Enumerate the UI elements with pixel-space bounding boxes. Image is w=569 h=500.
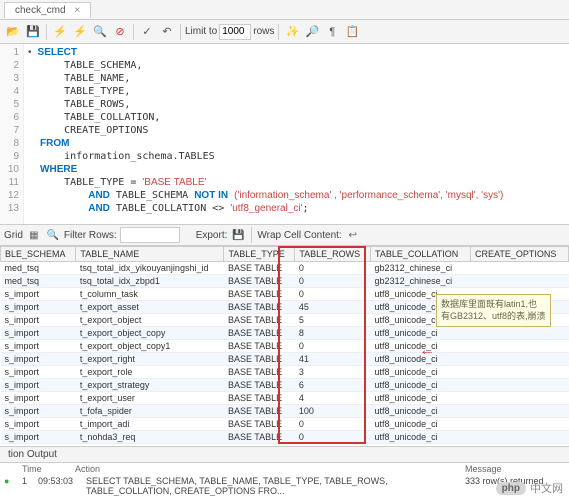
sql-toolbar: 📂 💾 ⚡ ⚡ 🔍 ⊘ ✓ ↶ Limit to rows ✨ 🔎 ¶ 📋 [0,20,569,44]
column-header[interactable]: BLE_SCHEMA [1,247,76,262]
tab-title: check_cmd [15,5,66,16]
save-icon[interactable]: 💾 [24,23,42,41]
open-icon[interactable]: 📂 [4,23,22,41]
table-row[interactable]: med_tsqtsq_total_idx_zbpd1BASE TABLE0gb2… [1,275,569,288]
column-header[interactable]: TABLE_TYPE [224,247,295,262]
table-row[interactable]: s_importt_export_roleBASE TABLE3utf8_uni… [1,366,569,379]
wrap-cell-icon[interactable]: ↩ [345,227,361,243]
table-row[interactable]: s_importt_import_adiBASE TABLE0utf8_unic… [1,418,569,431]
limit-input[interactable] [219,24,251,40]
snippet-icon[interactable]: 📋 [343,23,361,41]
filter-icon[interactable]: 🔍 [45,227,61,243]
results-table[interactable]: BLE_SCHEMATABLE_NAMETABLE_TYPETABLE_ROWS… [0,246,569,446]
results-toolbar: Grid ▦ 🔍 Filter Rows: Export: 💾 Wrap Cel… [0,224,569,246]
commit-icon[interactable]: ✓ [138,23,156,41]
filter-label: Filter Rows: [64,230,117,241]
filter-input[interactable] [120,227,180,243]
table-row[interactable]: s_importt_export_strategyBASE TABLE6utf8… [1,379,569,392]
output-tab[interactable]: tion Output [0,447,569,463]
php-badge: php [496,482,526,495]
beautify-icon[interactable]: ✨ [283,23,301,41]
table-row[interactable]: s_importt_export_object_copy1BASE TABLE0… [1,340,569,353]
output-row[interactable]: ● 1 09:53:03 SELECT TABLE_SCHEMA, TABLE_… [0,475,569,497]
table-row[interactable]: s_importt_export_userBASE TABLE4utf8_uni… [1,392,569,405]
limit-label: Limit to [185,26,217,37]
explain-icon[interactable]: 🔍 [91,23,109,41]
column-header[interactable]: TABLE_ROWS [295,247,371,262]
sql-editor[interactable]: 12345678910111213 • SELECT TABLE_SCHEMA,… [0,44,569,224]
results-grid[interactable]: BLE_SCHEMATABLE_NAMETABLE_TYPETABLE_ROWS… [0,246,569,446]
wrap-icon[interactable]: ¶ [323,23,341,41]
table-row[interactable]: s_importt_export_object_copyBASE TABLE8u… [1,327,569,340]
table-row[interactable]: med_tsqtsq_total_idx_yikouyanjingshi_idB… [1,262,569,275]
column-header[interactable]: CREATE_OPTIONS [471,247,569,262]
column-header[interactable]: TABLE_COLLATION [371,247,471,262]
rows-label: rows [253,26,274,37]
grid-label: Grid [4,230,23,241]
wrap-label: Wrap Cell Content: [257,230,341,241]
code-area[interactable]: • SELECT TABLE_SCHEMA, TABLE_NAME, TABLE… [24,44,569,224]
editor-tab-bar: check_cmd × [0,0,569,20]
success-icon: ● [4,476,14,496]
export-icon[interactable]: 💾 [230,227,246,243]
line-gutter: 12345678910111213 [0,44,24,224]
output-header: Time Action Message [0,463,569,475]
annotation-callout: 数据库里面既有latin1,也有GB2312、utf8的表,崩溃 [436,294,551,327]
output-panel: tion Output Time Action Message ● 1 09:5… [0,446,569,500]
column-header[interactable]: TABLE_NAME [76,247,224,262]
execute-step-icon[interactable]: ⚡ [71,23,89,41]
watermark-text: 中文网 [530,480,563,496]
execute-icon[interactable]: ⚡ [51,23,69,41]
editor-tab[interactable]: check_cmd × [4,2,91,18]
table-row[interactable]: s_importt_fofa_spiderBASE TABLE100utf8_u… [1,405,569,418]
table-row[interactable]: s_importt_nohda3_reqBASE TABLE0utf8_unic… [1,431,569,444]
watermark: php 中文网 [496,480,563,496]
table-row[interactable]: s_importt_export_rightBASE TABLE41utf8_u… [1,353,569,366]
export-label: Export: [196,230,228,241]
grid-icon[interactable]: ▦ [26,227,42,243]
find-icon[interactable]: 🔎 [303,23,321,41]
rollback-icon[interactable]: ↶ [158,23,176,41]
close-icon[interactable]: × [74,5,80,16]
arrow-icon: ← [419,342,435,360]
stop-icon[interactable]: ⊘ [111,23,129,41]
